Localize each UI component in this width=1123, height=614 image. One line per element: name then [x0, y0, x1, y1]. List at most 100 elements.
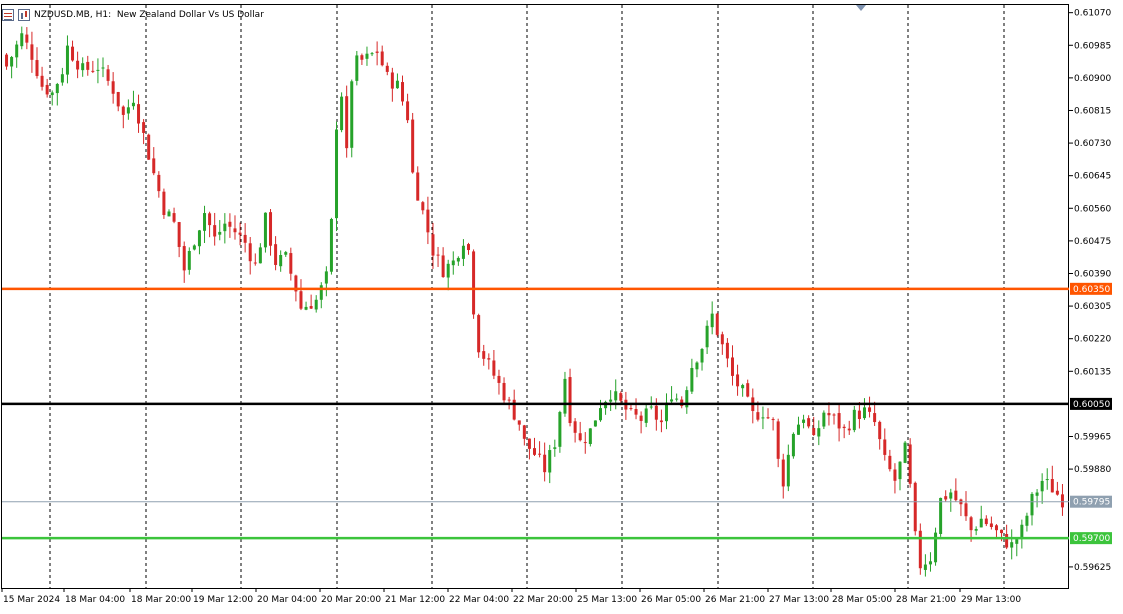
candle-body [360, 55, 364, 60]
vertical-gridlines [49, 5, 1005, 588]
candle-body [45, 84, 49, 95]
chart-canvas[interactable]: 0.60350 0.60050 0.59795 0.59700 0.61070 0.60… [0, 0, 1123, 610]
candle-body [644, 408, 648, 423]
candle-body [827, 412, 831, 416]
candle-body [456, 257, 460, 262]
candle-body [60, 74, 64, 83]
candle-body [766, 417, 770, 419]
y-tick-label: 0.60815 [1074, 106, 1111, 116]
x-tick-label: 28 Mar 05:00 [832, 595, 892, 605]
candle-body [654, 405, 658, 420]
y-tick-label: 0.59880 [1074, 465, 1111, 475]
candle-body [172, 213, 176, 222]
candle-body [533, 448, 536, 455]
candle-body [543, 454, 547, 473]
candle-body [857, 410, 861, 420]
candle-body [786, 454, 790, 487]
candle-body [436, 254, 440, 256]
candle-body [822, 412, 826, 427]
chart-title: NZDUSD.MB, H1: New Zealand Dollar Vs US … [34, 10, 264, 20]
table-icon[interactable] [2, 9, 14, 21]
candle-body [218, 231, 222, 235]
candle-body [406, 101, 410, 121]
candle-body [756, 412, 760, 420]
candles [5, 26, 1064, 577]
candle-body [5, 54, 9, 67]
x-tick-label: 22 Mar 04:00 [449, 595, 509, 605]
candle-body [634, 409, 638, 415]
candle-body [578, 433, 582, 441]
x-tick-label: 18 Mar 04:00 [65, 595, 125, 605]
symbol-label: NZDUSD.MB [34, 10, 90, 20]
bar-chart-icon[interactable] [18, 9, 30, 21]
candle-body [421, 202, 425, 211]
scroll-marker-icon[interactable] [856, 5, 866, 11]
candle-body [319, 285, 323, 300]
candle-body [177, 222, 181, 247]
candle-body [187, 250, 191, 270]
candle-body [695, 362, 699, 370]
candle-body [228, 221, 232, 227]
candle-body [162, 191, 166, 215]
candle-body [152, 158, 156, 174]
candle-body [548, 450, 552, 473]
x-tick-label: 22 Mar 20:00 [513, 595, 573, 605]
candle-body [771, 419, 775, 421]
candle-body [167, 211, 171, 217]
candle-body [411, 119, 415, 173]
candle-body [609, 399, 613, 402]
x-tick-label: 15 Mar 2024 [3, 595, 60, 605]
candle-body [477, 315, 481, 353]
x-tick-label: 27 Mar 13:00 [769, 595, 829, 605]
horizontal-levels[interactable]: 0.60350 0.60050 0.59795 0.59700 [2, 282, 1112, 545]
candle-body [954, 490, 958, 501]
candle-body [852, 409, 856, 431]
candle-body [791, 433, 795, 457]
candle-body [131, 102, 135, 107]
timeframe-label: H1 [95, 10, 109, 20]
candle-body [340, 96, 344, 131]
candle-body [208, 213, 212, 226]
candle-body [517, 420, 521, 425]
chart-title-bar: NZDUSD.MB, H1: New Zealand Dollar Vs US … [2, 5, 264, 25]
candle-body [923, 564, 927, 570]
y-tick-label: 0.60135 [1074, 367, 1111, 377]
candle-body [91, 70, 95, 72]
candle-body [487, 358, 491, 360]
candle-body [55, 83, 59, 94]
candle-body [593, 420, 597, 427]
candle-body [248, 243, 252, 262]
candle-body [137, 104, 141, 124]
candle-body [944, 496, 948, 500]
candle-body [984, 518, 988, 525]
candle-body [121, 106, 125, 115]
candle-body [309, 306, 313, 309]
level-tag-text-current: 0.59795 [1073, 498, 1110, 508]
candle-body [213, 225, 217, 237]
candle-body [893, 469, 897, 481]
y-tick-label: 0.60985 [1074, 41, 1111, 51]
candle-body [639, 415, 643, 421]
candle-body [903, 442, 907, 463]
x-tick-label: 26 Mar 21:00 [705, 595, 765, 605]
candle-body [522, 425, 526, 439]
candle-body [263, 212, 267, 248]
candle-body [182, 246, 186, 271]
candle-body [969, 517, 973, 531]
price-chart[interactable]: NZDUSD.MB, H1: New Zealand Dollar Vs US … [0, 0, 1123, 610]
candle-body [974, 528, 978, 531]
candle-body [492, 360, 496, 376]
candle-body [502, 382, 506, 401]
candle-body [329, 218, 333, 272]
candle-body [928, 561, 932, 565]
candle-body [126, 107, 130, 114]
candle-body [10, 57, 14, 67]
candle-body [776, 421, 780, 459]
candle-body [223, 223, 227, 232]
candle-body [335, 129, 339, 219]
candle-body [65, 45, 69, 75]
candle-body [253, 262, 257, 264]
candle-body [761, 417, 765, 419]
candle-body [908, 444, 912, 484]
level-tag-text-support: 0.59700 [1073, 534, 1110, 544]
